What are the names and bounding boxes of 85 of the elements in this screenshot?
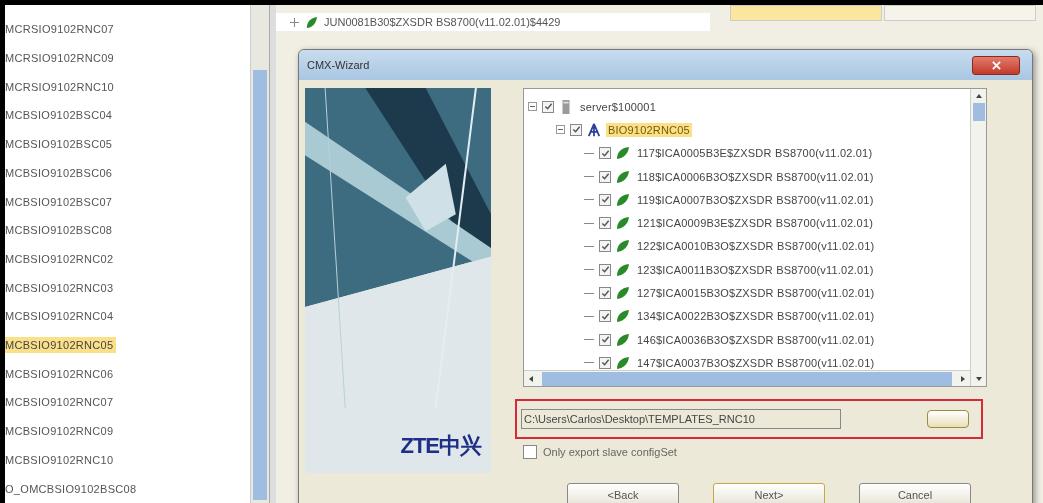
- leaf-icon: [616, 169, 630, 184]
- window-title: CMX-Wizard: [307, 59, 370, 71]
- tree-item[interactable]: 123$ICA0011B3O$ZXSDR BS8700(v11.02.01): [635, 262, 876, 277]
- tree-connector-icon: [584, 339, 594, 341]
- checkbox-label[interactable]: Only export slave configSet: [543, 446, 677, 458]
- tree-item[interactable]: BIO9102RNC05: [606, 122, 692, 137]
- list-item[interactable]: MCBSIO9102RNC10: [5, 451, 117, 468]
- logo: ZTE中兴: [400, 432, 483, 460]
- list-item[interactable]: MCBSIO9102BSC05: [5, 136, 116, 153]
- checkbox[interactable]: [599, 147, 611, 160]
- path-field[interactable]: C:\Users\Carlos\Desktop\TEMPLATES_RNC10: [521, 409, 841, 429]
- tree-item[interactable]: 127$ICA0015B3O$ZXSDR BS8700(v11.02.01): [635, 286, 877, 300]
- checkbox[interactable]: [570, 123, 582, 136]
- tree-connector-icon: [584, 176, 594, 178]
- list-item[interactable]: MCBSIO9102BSC06: [5, 164, 116, 181]
- tree-connector-icon: [584, 315, 594, 317]
- list-item[interactable]: MCBSIO9102RNC04: [5, 308, 117, 325]
- right-arrow-icon[interactable]: [959, 374, 967, 383]
- list-item[interactable]: O_OMCBSIO9102BSC08: [5, 480, 140, 497]
- checkbox[interactable]: [599, 263, 611, 276]
- list-item[interactable]: MCBSIO9102BSC08: [5, 222, 116, 239]
- expand-icon[interactable]: [290, 17, 299, 27]
- tree-item[interactable]: 147$ICA0037B3O$ZXSDR BS8700(v11.02.01): [635, 355, 877, 370]
- list-item[interactable]: MCBSIO9102RNC06: [5, 365, 117, 382]
- scrollbar[interactable]: [250, 5, 270, 503]
- close-icon: [991, 60, 1001, 70]
- tree-connector-icon: [584, 269, 594, 271]
- tree-item[interactable]: 121$ICA0009B3E$ZXSDR BS8700(v11.02.01): [635, 216, 876, 231]
- tree-item[interactable]: 134$ICA0022B3O$ZXSDR BS8700(v11.02.01): [635, 309, 877, 324]
- tree-item[interactable]: 119$ICA0007B3O$ZXSDR BS8700(v11.02.01): [635, 192, 876, 207]
- checkbox[interactable]: [599, 193, 611, 206]
- close-button[interactable]: [972, 55, 1020, 75]
- list-item[interactable]: MCBSIO9102BSC04: [5, 107, 116, 124]
- checkbox[interactable]: [599, 356, 611, 369]
- checkbox[interactable]: [599, 240, 611, 253]
- left-arrow-icon[interactable]: [527, 374, 535, 383]
- leaf-icon: [616, 332, 630, 347]
- tree-item[interactable]: 146$ICA0036B3O$ZXSDR BS8700(v11.02.01): [635, 332, 877, 347]
- tree-connector-icon: [584, 152, 594, 154]
- tree-connector-icon: [584, 222, 594, 224]
- list-item[interactable]: MCBSIO9102RNC02: [5, 250, 117, 267]
- checkbox[interactable]: [599, 170, 611, 183]
- tree-item[interactable]: server$100001: [578, 99, 658, 114]
- list-item[interactable]: MCBSIO9102RNC07: [5, 394, 117, 411]
- leaf-icon: [616, 309, 630, 324]
- checkbox[interactable]: [599, 310, 611, 323]
- checkbox[interactable]: [599, 287, 611, 299]
- leaf-icon: [616, 286, 630, 300]
- tree-connector-icon: [584, 292, 594, 294]
- leaf-icon: [616, 192, 630, 207]
- checkbox[interactable]: [599, 217, 611, 230]
- tree-connector-icon: [584, 362, 594, 364]
- network-icon: [587, 122, 601, 137]
- leaf-icon: [616, 239, 630, 254]
- list-item[interactable]: MCBSIO9102BSC07: [5, 193, 116, 210]
- tree-item[interactable]: 118$ICA0006B3O$ZXSDR BS8700(v11.02.01): [635, 169, 876, 184]
- scroll-thumb[interactable]: [253, 70, 267, 500]
- scrollbar[interactable]: [970, 89, 986, 386]
- checkbox[interactable]: [523, 445, 537, 459]
- leaf-icon: [616, 146, 630, 161]
- wizard-button[interactable]: Cancel: [859, 483, 971, 503]
- browse-button[interactable]: [927, 410, 969, 428]
- tree-item[interactable]: 122$ICA0010B3O$ZXSDR BS8700(v11.02.01): [635, 239, 877, 254]
- leaf-icon: [616, 262, 630, 277]
- list-item[interactable]: MCBSIO9102RNC09: [5, 423, 117, 440]
- tree-item[interactable]: 117$ICA0005B3E$ZXSDR BS8700(v11.02.01): [635, 146, 875, 161]
- up-arrow-icon[interactable]: [974, 92, 983, 100]
- list-item[interactable]: MCRSIO9102RNC07: [5, 21, 118, 38]
- leaf-icon: [616, 216, 630, 231]
- list-item[interactable]: MCRSIO9102RNC09: [5, 50, 118, 67]
- tree-connector-icon: [584, 245, 594, 247]
- wizard-button[interactable]: Next>: [713, 483, 825, 503]
- scroll-thumb[interactable]: [972, 103, 985, 121]
- list-item[interactable]: MCBSIO9102RNC03: [5, 279, 117, 296]
- collapse-icon[interactable]: [556, 125, 565, 135]
- leaf-icon: [305, 15, 318, 29]
- collapse-icon[interactable]: [528, 102, 537, 112]
- down-arrow-icon[interactable]: [974, 375, 983, 383]
- leaf-icon: [616, 355, 630, 370]
- checkbox[interactable]: [599, 333, 611, 346]
- list-item[interactable]: MCRSIO9102RNC10: [5, 78, 118, 95]
- wizard-button[interactable]: <Back: [567, 483, 679, 503]
- checkbox[interactable]: [542, 100, 554, 113]
- list-item[interactable]: MCBSIO9102RNC05: [5, 337, 117, 354]
- tree-connector-icon: [584, 199, 594, 201]
